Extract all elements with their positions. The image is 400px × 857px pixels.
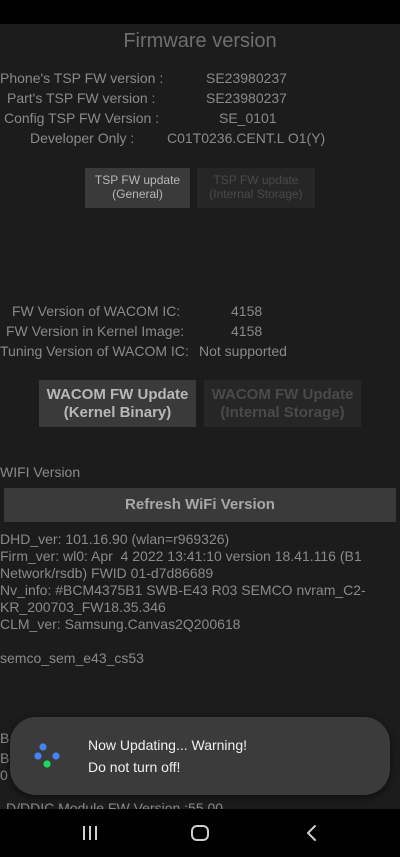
- partial-text-2: B: [0, 750, 10, 766]
- firmware-screen: Firmware version Phone's TSP FW version …: [0, 24, 400, 809]
- home-icon[interactable]: [188, 821, 212, 845]
- recents-icon[interactable]: [78, 821, 102, 845]
- status-bar: [0, 0, 400, 24]
- wacom-update-internal-button[interactable]: WACOM FW Update (Internal Storage): [204, 380, 361, 427]
- wacom-tuning-label: Tuning Version of WACOM IC:: [0, 343, 189, 359]
- developer-label: Developer Only :: [30, 130, 135, 146]
- navigation-bar: [0, 809, 400, 857]
- wacom-ic-label: FW Version of WACOM IC:: [12, 303, 181, 319]
- updating-toast: Now Updating... Warning! Do not turn off…: [10, 717, 390, 795]
- tsp-update-general-button[interactable]: TSP FW update (General): [85, 168, 190, 208]
- wacom-ic-value: 4158: [231, 303, 263, 319]
- wacom-update-kernel-button[interactable]: WACOM FW Update (Kernel Binary): [39, 380, 196, 427]
- phone-tsp-label: Phone's TSP FW version :: [0, 70, 164, 86]
- part-tsp-label: Part's TSP FW version :: [7, 90, 156, 106]
- phone-tsp-value: SE23980237: [206, 70, 287, 86]
- toast-line-2: Do not turn off!: [88, 759, 181, 775]
- partial-text-3: 0: [0, 767, 8, 783]
- toast-line-1: Now Updating... Warning!: [88, 737, 247, 753]
- wifi-section-label: WIFI Version: [0, 464, 81, 480]
- part-tsp-value: SE23980237: [206, 90, 287, 106]
- config-tsp-label: Config TSP FW Version :: [4, 110, 160, 126]
- partial-text-1: B: [0, 730, 10, 746]
- ddic-version-text: D/DDIC Module FW Version :55 00: [6, 800, 224, 809]
- developer-value: C01T0236.CENT.L O1(Y): [167, 130, 326, 146]
- refresh-wifi-button[interactable]: Refresh WiFi Version: [4, 488, 396, 522]
- updating-dots-icon: [34, 743, 60, 768]
- back-icon[interactable]: [300, 821, 324, 845]
- wacom-kernel-label: FW Version in Kernel Image:: [6, 323, 185, 339]
- wacom-kernel-value: 4158: [231, 323, 263, 339]
- config-tsp-value: SE_0101: [219, 110, 277, 126]
- wifi-info-text: DHD_ver: 101.16.90 (wlan=r969326) Firm_v…: [0, 531, 366, 666]
- page-title: Firmware version: [123, 30, 277, 52]
- tsp-update-internal-button[interactable]: TSP FW update (Internal Storage): [197, 168, 315, 208]
- wacom-tuning-value: Not supported: [199, 343, 287, 359]
